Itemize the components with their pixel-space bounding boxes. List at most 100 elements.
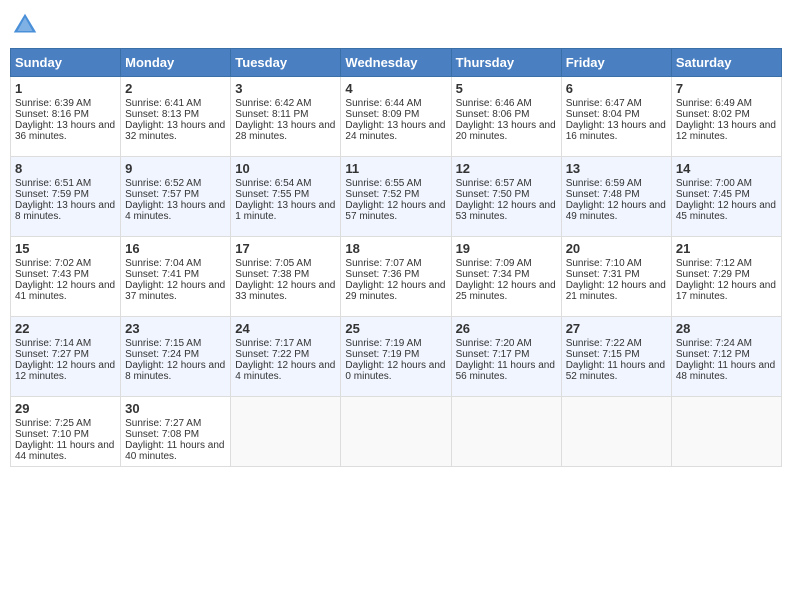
sunrise-label: Sunrise: 6:41 AM [125, 98, 201, 109]
sunrise-label: Sunrise: 6:42 AM [235, 98, 311, 109]
day-number: 11 [345, 161, 446, 176]
sunset-label: Sunset: 7:27 PM [15, 349, 89, 360]
daylight-label: Daylight: 11 hours and 44 minutes. [15, 440, 114, 462]
calendar-cell: 3 Sunrise: 6:42 AM Sunset: 8:11 PM Dayli… [231, 77, 341, 157]
calendar-cell: 12 Sunrise: 6:57 AM Sunset: 7:50 PM Dayl… [451, 157, 561, 237]
weekday-header-tuesday: Tuesday [231, 49, 341, 77]
sunset-label: Sunset: 7:38 PM [235, 269, 309, 280]
day-number: 1 [15, 81, 116, 96]
sunset-label: Sunset: 7:17 PM [456, 349, 530, 360]
daylight-label: Daylight: 12 hours and 4 minutes. [235, 360, 335, 382]
weekday-header-saturday: Saturday [671, 49, 781, 77]
calendar-cell: 16 Sunrise: 7:04 AM Sunset: 7:41 PM Dayl… [121, 237, 231, 317]
sunset-label: Sunset: 7:10 PM [15, 429, 89, 440]
calendar-cell: 9 Sunrise: 6:52 AM Sunset: 7:57 PM Dayli… [121, 157, 231, 237]
day-number: 16 [125, 241, 226, 256]
calendar-cell: 4 Sunrise: 6:44 AM Sunset: 8:09 PM Dayli… [341, 77, 451, 157]
calendar-cell [671, 397, 781, 467]
calendar-week-row: 29 Sunrise: 7:25 AM Sunset: 7:10 PM Dayl… [11, 397, 782, 467]
sunrise-label: Sunrise: 6:47 AM [566, 98, 642, 109]
daylight-label: Daylight: 11 hours and 56 minutes. [456, 360, 555, 382]
day-number: 8 [15, 161, 116, 176]
sunset-label: Sunset: 7:08 PM [125, 429, 199, 440]
page-header [10, 10, 782, 40]
daylight-label: Daylight: 13 hours and 1 minute. [235, 200, 335, 222]
day-number: 28 [676, 321, 777, 336]
calendar-cell: 8 Sunrise: 6:51 AM Sunset: 7:59 PM Dayli… [11, 157, 121, 237]
day-number: 2 [125, 81, 226, 96]
day-number: 12 [456, 161, 557, 176]
sunrise-label: Sunrise: 6:59 AM [566, 178, 642, 189]
calendar-week-row: 8 Sunrise: 6:51 AM Sunset: 7:59 PM Dayli… [11, 157, 782, 237]
sunset-label: Sunset: 8:16 PM [15, 109, 89, 120]
logo [10, 10, 46, 40]
calendar-cell [451, 397, 561, 467]
sunset-label: Sunset: 7:50 PM [456, 189, 530, 200]
day-number: 30 [125, 401, 226, 416]
day-number: 14 [676, 161, 777, 176]
sunset-label: Sunset: 7:43 PM [15, 269, 89, 280]
day-number: 5 [456, 81, 557, 96]
sunrise-label: Sunrise: 6:51 AM [15, 178, 91, 189]
daylight-label: Daylight: 12 hours and 29 minutes. [345, 280, 445, 302]
sunrise-label: Sunrise: 7:07 AM [345, 258, 421, 269]
calendar-cell: 22 Sunrise: 7:14 AM Sunset: 7:27 PM Dayl… [11, 317, 121, 397]
calendar-cell: 25 Sunrise: 7:19 AM Sunset: 7:19 PM Dayl… [341, 317, 451, 397]
calendar-week-row: 15 Sunrise: 7:02 AM Sunset: 7:43 PM Dayl… [11, 237, 782, 317]
daylight-label: Daylight: 12 hours and 25 minutes. [456, 280, 556, 302]
calendar-cell: 14 Sunrise: 7:00 AM Sunset: 7:45 PM Dayl… [671, 157, 781, 237]
sunrise-label: Sunrise: 7:09 AM [456, 258, 532, 269]
daylight-label: Daylight: 11 hours and 48 minutes. [676, 360, 775, 382]
sunset-label: Sunset: 7:41 PM [125, 269, 199, 280]
calendar-cell: 30 Sunrise: 7:27 AM Sunset: 7:08 PM Dayl… [121, 397, 231, 467]
daylight-label: Daylight: 12 hours and 57 minutes. [345, 200, 445, 222]
day-number: 7 [676, 81, 777, 96]
sunset-label: Sunset: 7:29 PM [676, 269, 750, 280]
calendar-cell: 23 Sunrise: 7:15 AM Sunset: 7:24 PM Dayl… [121, 317, 231, 397]
daylight-label: Daylight: 12 hours and 37 minutes. [125, 280, 225, 302]
daylight-label: Daylight: 13 hours and 8 minutes. [15, 200, 115, 222]
sunrise-label: Sunrise: 6:54 AM [235, 178, 311, 189]
sunrise-label: Sunrise: 6:49 AM [676, 98, 752, 109]
calendar-cell [561, 397, 671, 467]
calendar-table: SundayMondayTuesdayWednesdayThursdayFrid… [10, 48, 782, 467]
sunset-label: Sunset: 8:11 PM [235, 109, 308, 120]
daylight-label: Daylight: 12 hours and 53 minutes. [456, 200, 556, 222]
sunset-label: Sunset: 8:04 PM [566, 109, 640, 120]
sunrise-label: Sunrise: 7:12 AM [676, 258, 752, 269]
weekday-header-friday: Friday [561, 49, 671, 77]
sunset-label: Sunset: 8:13 PM [125, 109, 199, 120]
daylight-label: Daylight: 12 hours and 45 minutes. [676, 200, 776, 222]
day-number: 9 [125, 161, 226, 176]
sunset-label: Sunset: 7:34 PM [456, 269, 530, 280]
sunrise-label: Sunrise: 6:55 AM [345, 178, 421, 189]
daylight-label: Daylight: 12 hours and 49 minutes. [566, 200, 666, 222]
calendar-week-row: 22 Sunrise: 7:14 AM Sunset: 7:27 PM Dayl… [11, 317, 782, 397]
day-number: 6 [566, 81, 667, 96]
daylight-label: Daylight: 12 hours and 17 minutes. [676, 280, 776, 302]
sunset-label: Sunset: 7:12 PM [676, 349, 750, 360]
day-number: 25 [345, 321, 446, 336]
sunrise-label: Sunrise: 7:25 AM [15, 418, 91, 429]
calendar-cell: 19 Sunrise: 7:09 AM Sunset: 7:34 PM Dayl… [451, 237, 561, 317]
calendar-cell: 28 Sunrise: 7:24 AM Sunset: 7:12 PM Dayl… [671, 317, 781, 397]
calendar-cell: 24 Sunrise: 7:17 AM Sunset: 7:22 PM Dayl… [231, 317, 341, 397]
sunrise-label: Sunrise: 7:19 AM [345, 338, 421, 349]
daylight-label: Daylight: 13 hours and 12 minutes. [676, 120, 776, 142]
day-number: 13 [566, 161, 667, 176]
day-number: 19 [456, 241, 557, 256]
weekday-header-sunday: Sunday [11, 49, 121, 77]
sunset-label: Sunset: 7:45 PM [676, 189, 750, 200]
sunrise-label: Sunrise: 7:24 AM [676, 338, 752, 349]
calendar-cell: 2 Sunrise: 6:41 AM Sunset: 8:13 PM Dayli… [121, 77, 231, 157]
calendar-cell [341, 397, 451, 467]
sunset-label: Sunset: 8:02 PM [676, 109, 750, 120]
sunset-label: Sunset: 7:59 PM [15, 189, 89, 200]
daylight-label: Daylight: 12 hours and 8 minutes. [125, 360, 225, 382]
day-number: 21 [676, 241, 777, 256]
daylight-label: Daylight: 13 hours and 28 minutes. [235, 120, 335, 142]
day-number: 10 [235, 161, 336, 176]
daylight-label: Daylight: 13 hours and 20 minutes. [456, 120, 556, 142]
calendar-cell: 15 Sunrise: 7:02 AM Sunset: 7:43 PM Dayl… [11, 237, 121, 317]
calendar-cell: 20 Sunrise: 7:10 AM Sunset: 7:31 PM Dayl… [561, 237, 671, 317]
